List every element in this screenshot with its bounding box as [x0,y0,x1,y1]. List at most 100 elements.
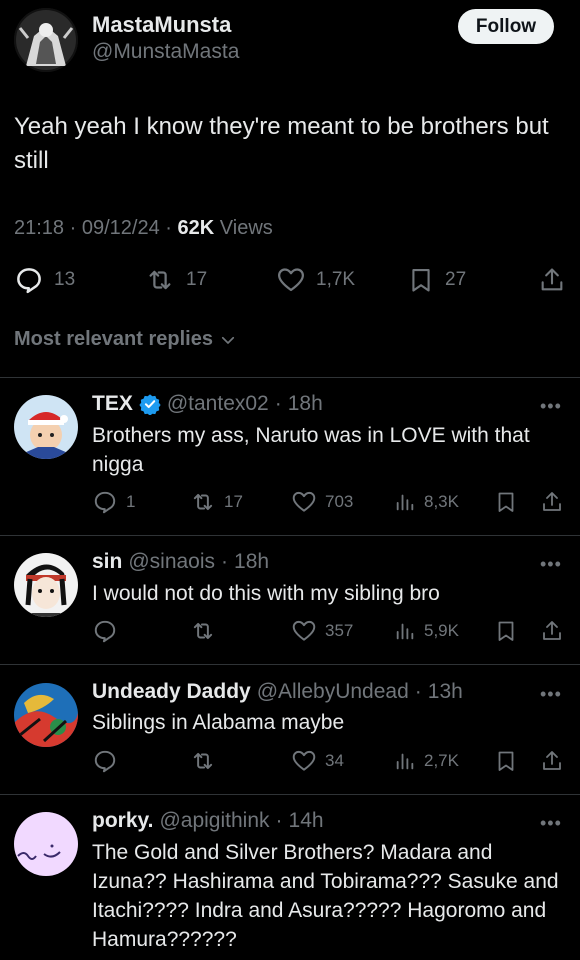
bookmark-icon [407,265,435,295]
repost-count: 17 [186,269,208,290]
views-count: 2,7K [424,751,459,770]
replies-sort-dropdown[interactable]: Most relevant replies [14,328,237,351]
repost-button[interactable]: 17 [190,488,243,516]
tweet-meta: 21:18 · 09/12/24 · 62K Views [14,217,273,240]
share-button[interactable] [540,747,564,775]
bookmark-button[interactable]: 27 [407,262,466,298]
heart-icon [291,748,317,774]
sort-label: Most relevant replies [14,328,213,350]
tweet-time: 21:18 [14,217,65,239]
reply-author-handle[interactable]: @AllebyUndead [257,680,409,704]
heart-icon [291,489,317,515]
like-count: 703 [325,492,354,511]
reply-time: 18h [287,392,323,415]
reply-author-name[interactable]: sin [92,550,122,574]
reply-count: 1 [126,492,136,511]
share-icon [540,489,564,515]
repost-icon [144,265,176,295]
reply-text: The Gold and Silver Brothers? Madara and… [92,841,559,951]
repost-button[interactable] [190,747,216,775]
more-options-icon[interactable]: ••• [540,554,562,575]
like-button[interactable]: 703 [291,488,353,516]
more-options-icon[interactable]: ••• [540,684,562,705]
repost-button[interactable]: 17 [144,262,207,298]
tweet-action-bar: 13 17 1,7K 27 [0,262,580,298]
bookmark-icon [494,748,518,774]
repost-icon [190,489,216,515]
verified-badge-icon [139,393,161,415]
meta-separator: · [165,217,172,239]
tweet-date: 09/12/24 [81,217,160,239]
divider [0,377,580,378]
views-button[interactable]: 2,7K [394,747,459,775]
views-chart-icon [394,618,416,644]
views-chart-icon [394,748,416,774]
share-button[interactable] [540,488,564,516]
like-button[interactable]: 34 [291,747,344,775]
reply-author-name[interactable]: TEX [92,392,133,416]
reply-icon [92,618,118,644]
reply-time: 14h [288,809,324,832]
repost-icon [190,748,216,774]
views-count: 5,9K [424,621,459,640]
heart-icon [291,618,317,644]
heart-icon [276,265,306,295]
like-count: 1,7K [316,269,356,290]
share-icon [540,618,564,644]
repost-count: 17 [224,492,243,511]
reply-author-name[interactable]: porky. [92,809,153,833]
reply-text: Siblings in Alabama maybe [92,711,345,734]
repost-button[interactable] [190,617,216,645]
reply-header: sin @sinaois · 18h [92,550,269,574]
like-button[interactable]: 357 [291,617,353,645]
chevron-down-icon [219,331,237,349]
reply-button[interactable]: 13 [14,262,75,298]
reply-text: Brothers my ass, Naruto was in LOVE with… [92,424,530,476]
share-button[interactable] [538,262,566,298]
reply-button[interactable] [92,747,118,775]
reply-author-handle[interactable]: @apigithink [159,809,269,833]
views-count: 8,3K [424,492,459,511]
follow-button[interactable]: Follow [458,9,554,44]
reply-avatar[interactable] [14,395,78,459]
reply-avatar[interactable] [14,812,78,876]
bookmark-button[interactable] [494,488,518,516]
meta-separator: · [414,680,422,703]
reply-icon [92,489,118,515]
reply-avatar[interactable] [14,683,78,747]
like-count: 34 [325,751,344,770]
views-chart-icon [394,489,416,515]
share-icon [538,265,566,295]
reply-header: Undeady Daddy @AllebyUndead · 13h [92,680,463,704]
share-button[interactable] [540,617,564,645]
reply-icon [14,265,44,295]
divider [0,664,580,665]
tweet-text: Yeah yeah I know they're meant to be bro… [14,113,549,174]
reply-button[interactable] [92,617,118,645]
reply-avatar[interactable] [14,553,78,617]
more-options-icon[interactable]: ••• [540,396,562,417]
reply-button[interactable]: 1 [92,488,135,516]
reply-icon [92,748,118,774]
reply-header: TEX @tantex02 · 18h [92,392,323,416]
reply-header: porky. @apigithink · 14h [92,809,324,833]
more-options-icon[interactable]: ••• [540,813,562,834]
meta-separator: · [69,217,77,239]
reply-author-handle[interactable]: @sinaois [128,550,215,574]
repost-icon [190,618,216,644]
author-handle[interactable]: @MunstaMasta [92,40,239,64]
reply-author-name[interactable]: Undeady Daddy [92,680,251,704]
reply-time: 13h [427,680,463,703]
bookmark-button[interactable] [494,747,518,775]
like-button[interactable]: 1,7K [276,262,355,298]
bookmark-icon [494,489,518,515]
views-button[interactable]: 8,3K [394,488,459,516]
author-name[interactable]: MastaMunsta [92,12,231,38]
views-count: 62K [177,217,215,239]
views-button[interactable]: 5,9K [394,617,459,645]
author-avatar[interactable] [14,8,78,72]
bookmark-icon [494,618,518,644]
bookmark-button[interactable] [494,617,518,645]
divider [0,794,580,795]
reply-author-handle[interactable]: @tantex02 [167,392,269,416]
